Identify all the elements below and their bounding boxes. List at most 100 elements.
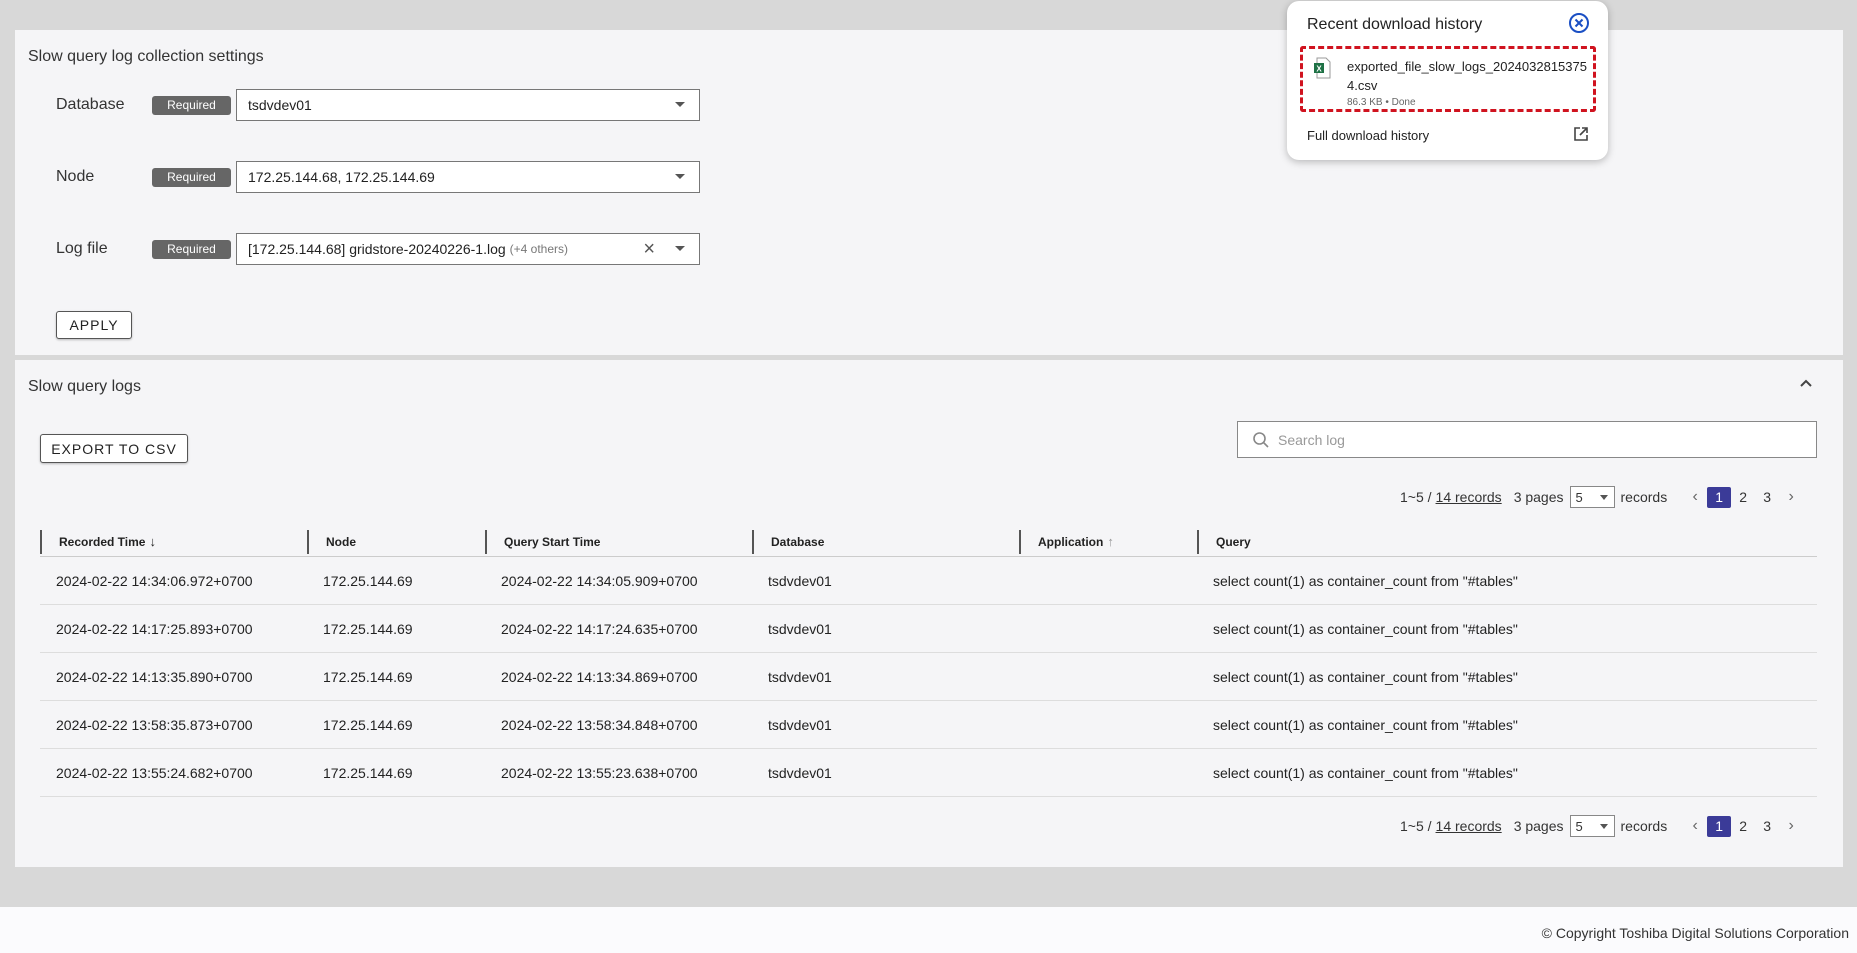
page-3[interactable]: 3 <box>1755 816 1779 837</box>
cell-query: select count(1) as container_count from … <box>1213 668 1518 685</box>
close-icon[interactable] <box>1568 12 1590 34</box>
logfile-select[interactable]: [172.25.144.68] gridstore-20240226-1.log… <box>236 233 700 265</box>
required-badge: Required <box>152 239 231 259</box>
records-label: records <box>1620 818 1668 834</box>
open-external-icon[interactable] <box>1573 126 1589 142</box>
node-select[interactable]: 172.25.144.68, 172.25.144.69 <box>236 161 700 193</box>
column-label: Query Start Time <box>504 534 601 549</box>
cell-node: 172.25.144.69 <box>323 764 413 781</box>
svg-text:X: X <box>1316 65 1322 74</box>
cell-node: 172.25.144.69 <box>323 668 413 685</box>
chevron-down-icon[interactable] <box>1599 824 1608 829</box>
cell-recorded-time: 2024-02-22 13:58:35.873+0700 <box>56 716 253 733</box>
database-select-value: tsdvdev01 <box>248 97 312 113</box>
clear-icon[interactable]: × <box>643 239 655 259</box>
cell-database: tsdvdev01 <box>768 620 832 637</box>
logs-table: Recorded Time ↓ Node Query Start Time Da… <box>40 527 1817 797</box>
database-row: Database Required tsdvdev01 <box>56 89 700 121</box>
next-page-icon[interactable]: › <box>1779 488 1803 506</box>
cell-query: select count(1) as container_count from … <box>1213 620 1518 637</box>
record-range: 1~5 / <box>1400 818 1432 834</box>
column-database[interactable]: Database <box>752 529 1019 554</box>
cell-query-start-time: 2024-02-22 13:55:23.638+0700 <box>501 764 698 781</box>
cell-query: select count(1) as container_count from … <box>1213 716 1518 733</box>
page-size-select[interactable]: 5 <box>1569 815 1615 837</box>
table-row[interactable]: 2024-02-22 14:13:35.890+0700 172.25.144.… <box>40 653 1817 701</box>
table-row[interactable]: 2024-02-22 13:55:24.682+0700 172.25.144.… <box>40 749 1817 797</box>
cell-query: select count(1) as container_count from … <box>1213 572 1518 589</box>
logfile-select-value: [172.25.144.68] gridstore-20240226-1.log <box>248 241 506 257</box>
prev-page-icon[interactable]: ‹ <box>1683 817 1707 835</box>
search-icon <box>1253 431 1269 448</box>
logfile-others-count: (+4 others) <box>509 242 568 256</box>
records-label: records <box>1620 489 1668 505</box>
search-input[interactable] <box>1278 431 1798 448</box>
excel-file-icon: X <box>1314 57 1331 79</box>
logs-title: Slow query logs <box>28 378 141 395</box>
record-range: 1~5 / <box>1400 489 1432 505</box>
pages-count: 3 pages <box>1513 818 1564 834</box>
download-file-meta: 86.3 KB • Done <box>1347 97 1416 108</box>
cell-node: 172.25.144.69 <box>323 572 413 589</box>
table-row[interactable]: 2024-02-22 13:58:35.873+0700 172.25.144.… <box>40 701 1817 749</box>
settings-title: Slow query log collection settings <box>28 48 264 65</box>
column-label: Application <box>1038 534 1104 549</box>
page-1[interactable]: 1 <box>1707 486 1732 508</box>
download-file-name: exported_file_slow_logs_20240328153754.c… <box>1347 59 1587 93</box>
sort-desc-icon[interactable]: ↓ <box>149 534 156 549</box>
cell-query-start-time: 2024-02-22 14:13:34.869+0700 <box>501 668 698 685</box>
chevron-down-icon[interactable] <box>675 174 685 179</box>
cell-query-start-time: 2024-02-22 14:34:05.909+0700 <box>501 572 698 589</box>
chevron-down-icon[interactable] <box>1599 495 1608 500</box>
slow-query-logs-panel: Slow query logs EXPORT TO CSV 1~5 / 14 r… <box>15 360 1843 867</box>
column-query-start-time[interactable]: Query Start Time <box>485 529 752 554</box>
cell-database: tsdvdev01 <box>768 764 832 781</box>
database-label: Database <box>56 96 125 113</box>
download-history-title: Recent download history <box>1307 16 1483 33</box>
page-1[interactable]: 1 <box>1707 815 1732 837</box>
logfile-label: Log file <box>56 240 108 257</box>
page-2[interactable]: 2 <box>1731 816 1755 837</box>
cell-node: 172.25.144.69 <box>323 620 413 637</box>
cell-query-start-time: 2024-02-22 14:17:24.635+0700 <box>501 620 698 637</box>
page-2[interactable]: 2 <box>1731 487 1755 508</box>
pages-count: 3 pages <box>1513 489 1564 505</box>
column-recorded-time[interactable]: Recorded Time ↓ <box>40 529 307 554</box>
column-label: Node <box>326 534 356 549</box>
chevron-down-icon[interactable] <box>675 246 685 251</box>
table-row[interactable]: 2024-02-22 14:34:06.972+0700 172.25.144.… <box>40 557 1817 605</box>
database-select[interactable]: tsdvdev01 <box>236 89 700 121</box>
column-application[interactable]: Application ↑ <box>1019 529 1197 554</box>
cell-recorded-time: 2024-02-22 13:55:24.682+0700 <box>56 764 253 781</box>
cell-node: 172.25.144.69 <box>323 716 413 733</box>
chevron-up-icon[interactable] <box>1799 376 1813 390</box>
records-link[interactable]: 14 records <box>1436 818 1502 834</box>
node-select-value: 172.25.144.68, 172.25.144.69 <box>248 169 435 185</box>
export-csv-button[interactable]: EXPORT TO CSV <box>40 434 188 463</box>
full-download-history-link[interactable]: Full download history <box>1307 128 1429 143</box>
cell-recorded-time: 2024-02-22 14:34:06.972+0700 <box>56 572 253 589</box>
cell-query-start-time: 2024-02-22 13:58:34.848+0700 <box>501 716 698 733</box>
column-query[interactable]: Query <box>1197 529 1817 554</box>
cell-database: tsdvdev01 <box>768 668 832 685</box>
page-3[interactable]: 3 <box>1755 487 1779 508</box>
page-size-select[interactable]: 5 <box>1569 486 1615 508</box>
prev-page-icon[interactable]: ‹ <box>1683 488 1707 506</box>
sort-asc-icon[interactable]: ↑ <box>1107 534 1114 549</box>
column-label: Query <box>1216 534 1251 549</box>
node-row: Node Required 172.25.144.68, 172.25.144.… <box>56 161 700 193</box>
required-badge: Required <box>152 95 231 115</box>
column-node[interactable]: Node <box>307 529 485 554</box>
node-label: Node <box>56 168 95 185</box>
apply-button[interactable]: APPLY <box>56 311 132 339</box>
search-box[interactable] <box>1237 421 1817 458</box>
download-item[interactable]: X exported_file_slow_logs_20240328153754… <box>1300 46 1596 112</box>
cell-recorded-time: 2024-02-22 14:13:35.890+0700 <box>56 668 253 685</box>
table-row[interactable]: 2024-02-22 14:17:25.893+0700 172.25.144.… <box>40 605 1817 653</box>
next-page-icon[interactable]: › <box>1779 817 1803 835</box>
chevron-down-icon[interactable] <box>675 102 685 107</box>
table-header: Recorded Time ↓ Node Query Start Time Da… <box>40 527 1817 557</box>
cell-query: select count(1) as container_count from … <box>1213 764 1518 781</box>
records-link[interactable]: 14 records <box>1436 489 1502 505</box>
cell-database: tsdvdev01 <box>768 716 832 733</box>
